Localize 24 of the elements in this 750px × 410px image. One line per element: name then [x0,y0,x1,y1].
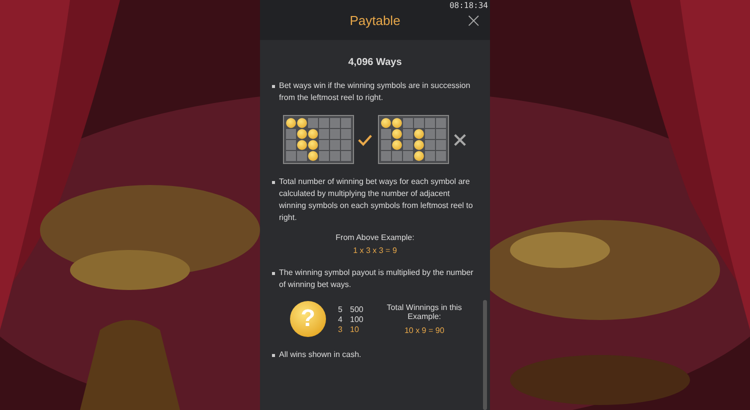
clock-time: 08:18:34 [449,1,488,10]
panel-title: Paytable [350,12,400,28]
symbol-count: 5 [338,304,344,314]
bullet-icon [272,85,275,88]
bullet-icon [272,354,275,357]
rule-text: Total number of winning bet ways for each symbol are calculated by multiplying the number of adjacent winning symbols on each symbols from leftmost reel to right. [279,176,474,224]
rule-text: The winning symbol payout is multiplied by the number of winning bet ways. [279,267,474,291]
close-button[interactable]: × [465,11,482,29]
symbol-icon: ? [290,301,326,337]
bullet-icon [272,181,275,184]
symbol-count: 3 [338,324,344,334]
payout-value: 10 [350,324,359,334]
rule-text: All wins shown in cash. [279,349,362,361]
total-label: Total Winnings in this Example: [386,303,463,321]
payout-value: 500 [350,304,364,314]
symbol-count: 4 [338,314,344,324]
scrollbar-thumb[interactable] [483,300,487,410]
bullet-icon [272,272,275,275]
section-title: 4,096 Ways [347,57,403,68]
example-label: From Above Example: [334,233,416,242]
total-formula: 10 x 9 = 90 [403,326,446,335]
rule-text: Bet ways win if the winning symbols are in succession from the leftmost reel to right. [279,80,472,104]
example-formula: 1 x 3 x 3 = 9 [352,246,398,255]
payout-value: 100 [350,314,364,324]
